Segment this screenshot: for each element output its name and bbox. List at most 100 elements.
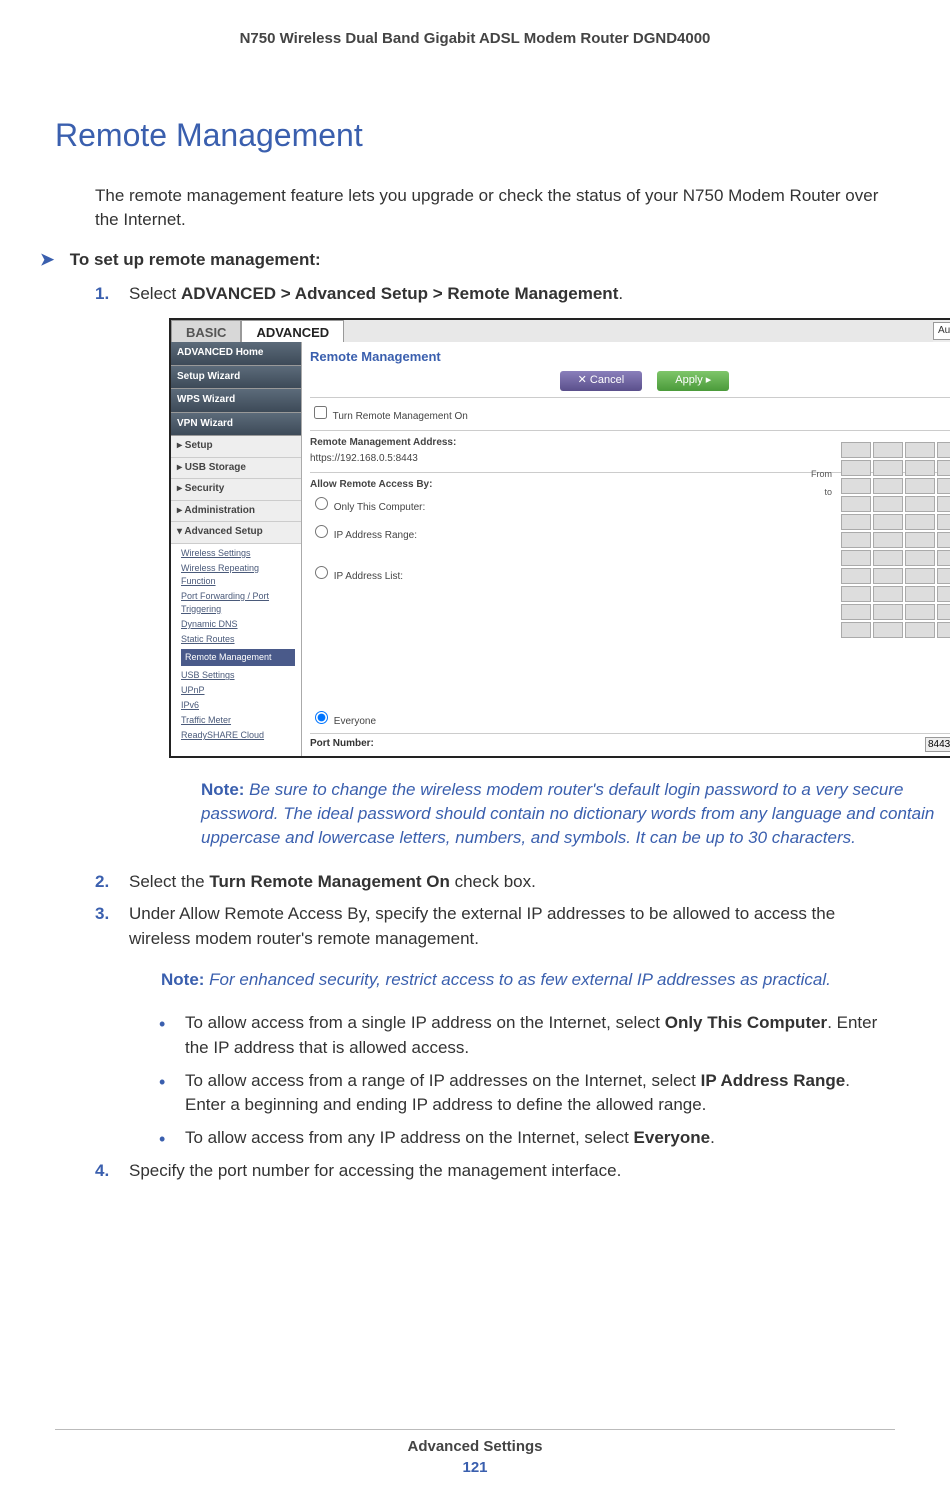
tab-advanced[interactable]: ADVANCED (241, 320, 344, 342)
ip-cell[interactable] (841, 586, 871, 602)
ip-cell[interactable] (937, 568, 950, 584)
ip-cell[interactable] (905, 586, 935, 602)
router-ui-screenshot: BASIC ADVANCED Auto ADVANCED Home Setup … (169, 318, 950, 758)
ip-cell[interactable] (905, 442, 935, 458)
sidebar-usb-storage[interactable]: ▸ USB Storage (171, 458, 301, 480)
sub-wireless-repeating[interactable]: Wireless Repeating Function (181, 561, 295, 589)
ip-cell[interactable] (937, 532, 950, 548)
everyone-radio[interactable] (315, 711, 328, 724)
ip-cell[interactable] (937, 460, 950, 476)
sub-remote-management[interactable]: Remote Management (181, 649, 295, 666)
ip-cell[interactable] (841, 550, 871, 566)
ip-cell[interactable] (905, 460, 935, 476)
ip-cell[interactable] (905, 568, 935, 584)
sub-readyshare[interactable]: ReadySHARE Cloud (181, 728, 295, 743)
ip-cell[interactable] (905, 604, 935, 620)
ip-cell[interactable] (873, 532, 903, 548)
ip-cell[interactable] (905, 478, 935, 494)
sidebar-setup[interactable]: ▸ Setup (171, 436, 301, 458)
ip-cell[interactable] (841, 532, 871, 548)
ip-cell[interactable] (841, 514, 871, 530)
ip-cell[interactable] (937, 550, 950, 566)
sub-c-post: . (710, 1128, 715, 1147)
ip-cell[interactable] (905, 496, 935, 512)
ip-cell[interactable] (937, 514, 950, 530)
ip-cell[interactable] (873, 622, 903, 638)
sub-usb-settings[interactable]: USB Settings (181, 668, 295, 683)
sub-bullet-c: To allow access from any IP address on t… (159, 1126, 895, 1151)
sidebar-administration[interactable]: ▸ Administration (171, 501, 301, 523)
step-3: Under Allow Remote Access By, specify th… (95, 902, 895, 1150)
ip-cell[interactable] (841, 460, 871, 476)
ip-cell[interactable] (937, 622, 950, 638)
ip-cell[interactable] (841, 496, 871, 512)
only-this-computer-label: Only This Computer: (334, 502, 426, 513)
ip-cell[interactable] (841, 568, 871, 584)
ip-cell[interactable] (873, 550, 903, 566)
sub-c-bold: Everyone (634, 1128, 711, 1147)
note-1-text: Be sure to change the wireless modem rou… (201, 780, 934, 847)
ip-cell[interactable] (873, 514, 903, 530)
doc-header: N750 Wireless Dual Band Gigabit ADSL Mod… (55, 30, 895, 47)
apply-button[interactable]: Apply ▸ (657, 371, 729, 391)
note-2: Note: For enhanced security, restrict ac… (161, 968, 921, 992)
ip-cell[interactable] (841, 604, 871, 620)
ip-cell[interactable] (905, 532, 935, 548)
ip-cell[interactable] (905, 550, 935, 566)
sub-ipv6[interactable]: IPv6 (181, 698, 295, 713)
sub-dynamic-dns[interactable]: Dynamic DNS (181, 617, 295, 632)
note-1: Note: Be sure to change the wireless mod… (201, 778, 941, 849)
sub-c-pre: To allow access from any IP address on t… (185, 1128, 634, 1147)
step-4: Specify the port number for accessing th… (95, 1159, 895, 1184)
tab-basic[interactable]: BASIC (171, 320, 241, 342)
sidebar-vpn-wizard[interactable]: VPN Wizard (171, 413, 301, 437)
note-2-label: Note: (161, 970, 204, 989)
ip-cell[interactable] (873, 460, 903, 476)
sidebar-advanced-setup[interactable]: ▾ Advanced Setup (171, 522, 301, 544)
sub-static-routes[interactable]: Static Routes (181, 632, 295, 647)
note-2-text: For enhanced security, restrict access t… (204, 970, 830, 989)
footer-page-number: 121 (55, 1459, 895, 1476)
auto-dropdown[interactable]: Auto (933, 322, 950, 340)
sidebar-setup-wizard[interactable]: Setup Wizard (171, 366, 301, 390)
ip-cell[interactable] (873, 478, 903, 494)
ip-cell[interactable] (841, 442, 871, 458)
ip-cell[interactable] (873, 496, 903, 512)
sidebar-wps-wizard[interactable]: WPS Wizard (171, 389, 301, 413)
ip-cell[interactable] (873, 442, 903, 458)
ip-list-label: IP Address List: (334, 571, 403, 582)
ip-cell[interactable] (873, 604, 903, 620)
ip-cell[interactable] (905, 514, 935, 530)
chevron-icon: ➤ (40, 250, 65, 270)
ip-cell[interactable] (937, 442, 950, 458)
sub-traffic-meter[interactable]: Traffic Meter (181, 713, 295, 728)
to-label: to (824, 486, 832, 499)
port-number-input[interactable] (925, 737, 950, 752)
sub-a-bold: Only This Computer (665, 1013, 827, 1032)
ip-cell[interactable] (841, 478, 871, 494)
sidebar-advanced-home[interactable]: ADVANCED Home (171, 342, 301, 366)
sub-upnp[interactable]: UPnP (181, 683, 295, 698)
ip-cell[interactable] (873, 568, 903, 584)
ip-cell[interactable] (873, 586, 903, 602)
ip-cell[interactable] (937, 586, 950, 602)
panel-title: Remote Management (310, 348, 950, 367)
turn-on-checkbox[interactable] (314, 406, 327, 419)
only-this-computer-radio[interactable] (315, 497, 328, 510)
ip-list-radio[interactable] (315, 566, 328, 579)
main-panel: Remote Management ✕ Cancel Apply ▸ Turn … (302, 342, 950, 756)
ip-cell[interactable] (937, 604, 950, 620)
ip-cell[interactable] (905, 622, 935, 638)
sub-wireless-settings[interactable]: Wireless Settings (181, 546, 295, 561)
sub-port-forwarding[interactable]: Port Forwarding / Port Triggering (181, 589, 295, 617)
step-1-post: . (618, 284, 623, 303)
ip-cell[interactable] (841, 622, 871, 638)
port-number-label: Port Number: (310, 737, 374, 752)
cancel-button[interactable]: ✕ Cancel (560, 371, 643, 391)
ip-cell[interactable] (937, 478, 950, 494)
sidebar-security[interactable]: ▸ Security (171, 479, 301, 501)
ip-cell[interactable] (937, 496, 950, 512)
ip-range-radio[interactable] (315, 525, 328, 538)
sub-bullet-b: To allow access from a range of IP addre… (159, 1069, 895, 1118)
section-title: Remote Management (55, 117, 895, 154)
